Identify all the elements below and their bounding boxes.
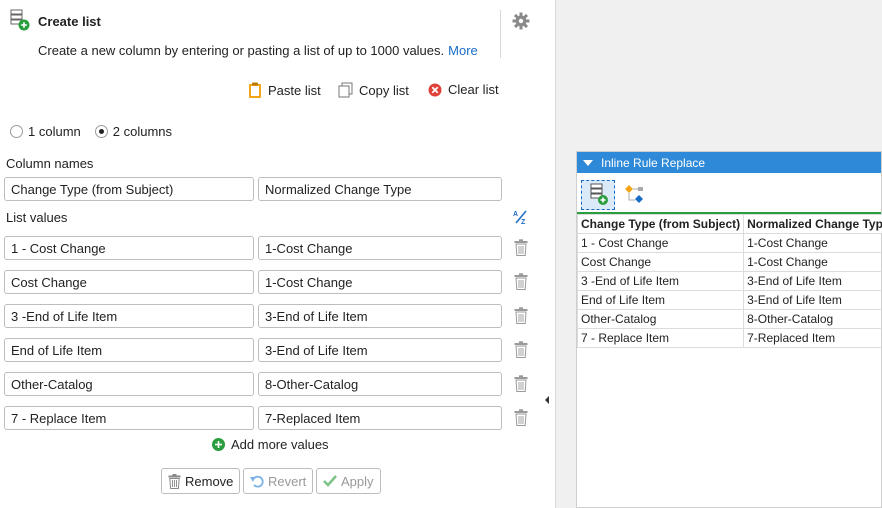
list-value-input-col1[interactable]: End of Life Item bbox=[4, 338, 254, 362]
list-value-input-col1[interactable]: 7 - Replace Item bbox=[4, 406, 254, 430]
collapse-arrow-icon[interactable] bbox=[545, 396, 549, 404]
remove-button[interactable]: Remove bbox=[161, 468, 241, 494]
radio-1-column[interactable]: 1 column bbox=[10, 124, 81, 139]
inline-rule-panel: Inline Rule Replace Change Type (from Su… bbox=[576, 151, 882, 508]
table-header-row: Change Type (from Subject) Normalized Ch… bbox=[576, 214, 882, 234]
list-value-input-col1[interactable]: 3 -End of Life Item bbox=[4, 304, 254, 328]
inline-rule-toolbar bbox=[577, 173, 881, 214]
list-value-input-col1[interactable]: Cost Change bbox=[4, 270, 254, 294]
checkmark-icon bbox=[323, 475, 337, 487]
trash-icon bbox=[168, 473, 181, 489]
table-cell-source[interactable]: 3 -End of Life Item bbox=[576, 271, 745, 291]
panel-title: Create list bbox=[38, 14, 101, 29]
column-name-1-input[interactable]: Change Type (from Subject) bbox=[4, 177, 254, 201]
column-names-label: Column names bbox=[6, 156, 94, 171]
column-name-2-input[interactable]: Normalized Change Type bbox=[258, 177, 502, 201]
copy-list-button[interactable]: Copy list bbox=[338, 82, 409, 98]
list-value-input-col1[interactable]: 1 - Cost Change bbox=[4, 236, 254, 260]
clipboard-icon bbox=[249, 82, 261, 98]
table-row: 1 - Cost Change 1-Cost Change bbox=[576, 233, 882, 253]
rule-flow-icon[interactable] bbox=[623, 183, 649, 207]
create-list-tool[interactable] bbox=[581, 180, 615, 210]
table-cell-source[interactable]: 1 - Cost Change bbox=[576, 233, 745, 253]
paste-list-button[interactable]: Paste list bbox=[248, 82, 321, 99]
table-header-2[interactable]: Normalized Change Type bbox=[743, 214, 882, 234]
radio-2-columns-circle[interactable] bbox=[94, 125, 108, 138]
radio-2-columns[interactable]: 2 columns bbox=[94, 124, 172, 139]
revert-button[interactable]: Revert bbox=[243, 468, 314, 494]
radio-1-column-label: 1 column bbox=[28, 124, 81, 139]
sort-icon[interactable]: A Z bbox=[513, 209, 529, 225]
table-row: Other-Catalog 8-Other-Catalog bbox=[576, 309, 882, 329]
list-values-label: List values bbox=[6, 210, 68, 225]
delete-row-trash-icon[interactable] bbox=[514, 409, 528, 426]
paste-list-label: Paste list bbox=[268, 83, 321, 98]
table-cell-source[interactable]: End of Life Item bbox=[576, 290, 745, 310]
radio-2-columns-label: 2 columns bbox=[112, 124, 172, 139]
list-value-input-col2[interactable]: 3-End of Life Item bbox=[258, 338, 502, 362]
revert-label: Revert bbox=[268, 473, 307, 489]
undo-icon bbox=[250, 475, 264, 488]
clear-icon bbox=[428, 83, 442, 96]
more-link[interactable]: More bbox=[448, 43, 478, 58]
list-value-input-col2[interactable]: 7-Replaced Item bbox=[258, 406, 502, 430]
table-cell-source[interactable]: Cost Change bbox=[576, 252, 745, 272]
list-value-input-col2[interactable]: 3-End of Life Item bbox=[258, 304, 502, 328]
delete-row-trash-icon[interactable] bbox=[514, 307, 528, 324]
add-circle-icon bbox=[212, 438, 225, 451]
table-cell-source[interactable]: Other-Catalog bbox=[576, 309, 745, 329]
create-list-tool-icon bbox=[590, 183, 608, 205]
list-value-input-col2[interactable]: 8-Other-Catalog bbox=[258, 372, 502, 396]
table-row: 3 -End of Life Item 3-End of Life Item bbox=[576, 271, 882, 291]
table-cell-source[interactable]: 7 - Replace Item bbox=[576, 328, 745, 348]
svg-text:Z: Z bbox=[521, 219, 526, 225]
table-row: End of Life Item 3-End of Life Item bbox=[576, 290, 882, 310]
radio-1-column-circle[interactable] bbox=[10, 125, 23, 138]
table-cell-normalized[interactable]: 7-Replaced Item bbox=[743, 328, 882, 348]
list-value-input-col2[interactable]: 1-Cost Change bbox=[258, 236, 502, 260]
delete-row-trash-icon[interactable] bbox=[514, 341, 528, 358]
header-separator bbox=[500, 10, 501, 58]
remove-label: Remove bbox=[185, 473, 234, 489]
list-value-input-col2[interactable]: 1-Cost Change bbox=[258, 270, 502, 294]
delete-row-trash-icon[interactable] bbox=[514, 375, 528, 392]
inline-rule-title: Inline Rule Replace bbox=[601, 155, 706, 170]
add-more-values-button[interactable]: Add more values bbox=[212, 437, 329, 452]
apply-button[interactable]: Apply bbox=[316, 468, 381, 494]
delete-row-trash-icon[interactable] bbox=[514, 273, 528, 290]
inline-rule-table-body: 1 - Cost Change 1-Cost Change Cost Change 1… bbox=[576, 233, 882, 348]
inline-rule-header[interactable]: Inline Rule Replace bbox=[577, 152, 881, 173]
table-cell-normalized[interactable]: 3-End of Life Item bbox=[743, 290, 882, 310]
column-count-options: 1 column 2 columns bbox=[10, 124, 186, 139]
apply-label: Apply bbox=[341, 473, 374, 489]
table-row: Cost Change 1-Cost Change bbox=[576, 252, 882, 272]
gear-icon[interactable] bbox=[511, 11, 531, 31]
inline-rule-table: Change Type (from Subject) Normalized Ch… bbox=[576, 214, 882, 348]
svg-text:A: A bbox=[513, 211, 518, 218]
expand-triangle-icon[interactable] bbox=[583, 159, 593, 166]
table-cell-normalized[interactable]: 1-Cost Change bbox=[743, 252, 882, 272]
table-header-1[interactable]: Change Type (from Subject) bbox=[576, 214, 745, 234]
clear-list-label: Clear list bbox=[448, 82, 499, 97]
add-more-values-label: Add more values bbox=[231, 437, 329, 452]
clear-list-button[interactable]: Clear list bbox=[428, 82, 499, 97]
description-text: Create a new column by entering or pasti… bbox=[38, 43, 445, 58]
table-cell-normalized[interactable]: 1-Cost Change bbox=[743, 233, 882, 253]
panel-description: Create a new column by entering or pasti… bbox=[38, 43, 478, 58]
copy-icon bbox=[338, 82, 353, 98]
table-cell-normalized[interactable]: 8-Other-Catalog bbox=[743, 309, 882, 329]
preview-area: Inline Rule Replace Change Type (from Su… bbox=[556, 0, 882, 508]
table-cell-normalized[interactable]: 3-End of Life Item bbox=[743, 271, 882, 291]
table-row: 7 - Replace Item 7-Replaced Item bbox=[576, 328, 882, 348]
list-value-input-col1[interactable]: Other-Catalog bbox=[4, 372, 254, 396]
create-list-panel: Create list Create a new column by enter… bbox=[0, 0, 555, 508]
copy-list-label: Copy list bbox=[359, 82, 409, 98]
delete-row-trash-icon[interactable] bbox=[514, 239, 528, 256]
create-list-icon bbox=[10, 9, 30, 31]
